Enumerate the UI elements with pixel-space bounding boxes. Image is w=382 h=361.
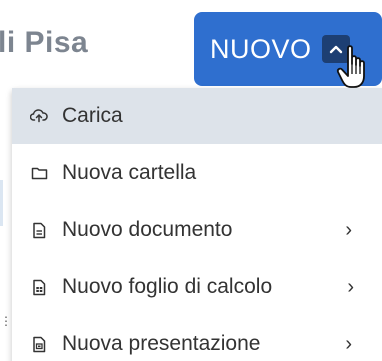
menu-item-new-presentation[interactable]: Nuova presentazione ›: [12, 316, 382, 361]
new-dropdown-menu: Carica Nuova cartella Nuovo documento ›: [12, 88, 382, 361]
submenu-arrow-icon: ›: [345, 218, 352, 241]
menu-item-label: Nuovo documento: [62, 218, 233, 241]
menu-item-label: Nuova cartella: [62, 161, 197, 184]
menu-item-upload[interactable]: Carica: [12, 88, 382, 144]
menu-item-label: Nuovo foglio di calcolo: [62, 275, 273, 298]
document-icon: [30, 221, 48, 239]
background-panel-edge: [0, 180, 3, 226]
menu-item-label: Carica: [62, 104, 123, 127]
background-page-title: li Pisa: [0, 26, 89, 59]
presentation-icon: [30, 335, 48, 353]
hand-cursor-icon: [336, 45, 365, 88]
background-handle-icon: ⋮: [0, 314, 12, 328]
submenu-arrow-icon: ›: [347, 275, 354, 298]
menu-item-new-spreadsheet[interactable]: Nuovo foglio di calcolo ›: [12, 259, 382, 315]
submenu-arrow-icon: ›: [345, 332, 352, 355]
new-button-label: NUOVO: [210, 33, 312, 64]
menu-item-new-document[interactable]: Nuovo documento ›: [12, 202, 382, 258]
spreadsheet-icon: [30, 278, 48, 296]
upload-cloud-icon: [30, 107, 48, 125]
folder-icon: [30, 164, 48, 182]
menu-item-new-folder[interactable]: Nuova cartella: [12, 145, 382, 201]
screen: li Pisa ⋮ NUOVO Carica Nuova cartella Nu…: [0, 0, 382, 361]
menu-item-label: Nuova presentazione: [62, 332, 261, 355]
